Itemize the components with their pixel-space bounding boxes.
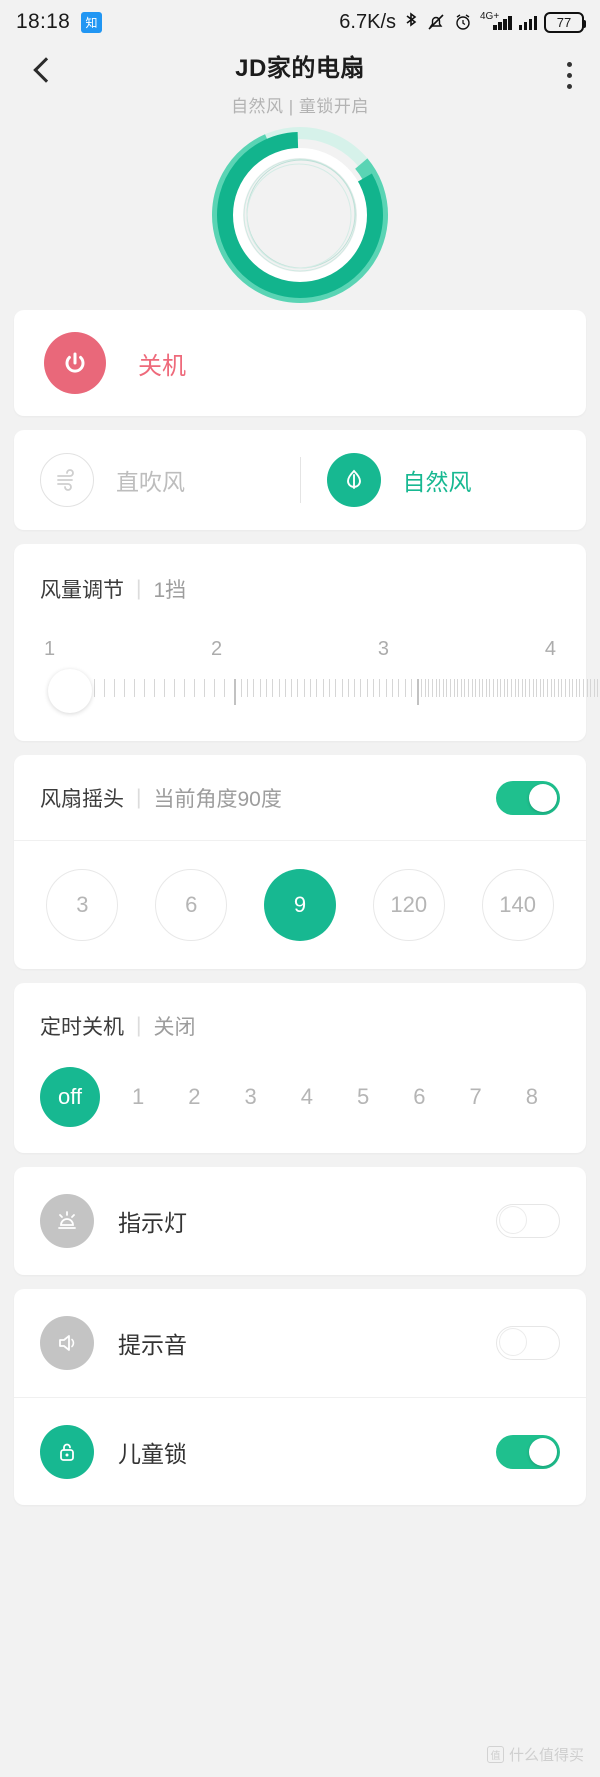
speed-tick-3: 3 [377, 638, 390, 660]
speaker-icon [40, 1316, 94, 1370]
swing-header: 风扇摇头 | 当前角度90度 [14, 755, 586, 841]
angle-chip-120[interactable]: 120 [372, 869, 445, 941]
ruler-segment [234, 679, 417, 705]
switch-row-sound[interactable]: 提示音 [14, 1289, 586, 1397]
app-screen: 18:18 知 6.7K/s 4G+ 77 JD家的电扇 自然风 | 童锁开启 … [0, 0, 600, 1777]
swing-value: 当前角度90度 [153, 787, 282, 811]
angle-chip-6[interactable]: 6 [155, 869, 228, 941]
power-button[interactable] [44, 332, 106, 394]
timer-option-8[interactable]: 8 [504, 1084, 560, 1110]
status-bar: 18:18 知 6.7K/s 4G+ 77 [0, 0, 600, 44]
switch-label-childlock: 儿童锁 [118, 1440, 187, 1467]
angle-chip-3[interactable]: 3 [46, 869, 119, 941]
switch-row-childlock[interactable]: 儿童锁 [14, 1397, 586, 1505]
back-button[interactable] [30, 58, 56, 84]
speed-separator: | [136, 577, 142, 600]
timer-option-off[interactable]: off [40, 1067, 100, 1127]
mode-label-direct: 直吹风 [116, 469, 185, 495]
angle-chip-9[interactable]: 9 [263, 869, 336, 941]
signal-bars-icon: 4G+ [480, 11, 512, 30]
swing-toggle[interactable] [496, 780, 560, 815]
sound-lock-card: 提示音 儿童锁 [14, 1289, 586, 1505]
swing-title: 风扇摇头 [40, 787, 124, 811]
timer-header: 定时关机 | 关闭 [14, 983, 586, 1041]
child-lock-icon [40, 1424, 94, 1479]
bluetooth-icon [403, 11, 419, 33]
fan-animation-ring [0, 120, 600, 310]
speed-header: 风量调节 | 1挡 [40, 574, 560, 604]
ruler-segment [417, 679, 600, 705]
speed-slider-thumb[interactable] [48, 669, 92, 713]
speed-tick-2: 2 [210, 638, 223, 660]
swing-separator: | [136, 785, 142, 809]
power-card[interactable]: 关机 [14, 310, 586, 416]
page-subtitle: 自然风 | 童锁开启 [231, 97, 369, 116]
switch-label-sound: 提示音 [118, 1332, 187, 1358]
battery-level: 77 [556, 14, 572, 30]
swing-card: 风扇摇头 | 当前角度90度 3 6 9 120 140 [14, 755, 586, 969]
speed-tick-1: 1 [44, 638, 56, 660]
switch-label-indicator: 指示灯 [118, 1210, 187, 1236]
wind-mode-card: 直吹风 自然风 [14, 430, 586, 530]
speed-tick-4: 4 [544, 638, 556, 660]
mode-option-direct[interactable]: 直吹风 [14, 453, 300, 507]
timer-option-3[interactable]: 3 [223, 1084, 279, 1110]
timer-card: 定时关机 | 关闭 off 1 2 3 4 5 6 7 8 [14, 983, 586, 1153]
page-header: JD家的电扇 自然风 | 童锁开启 [0, 44, 600, 120]
timer-options: off 1 2 3 4 5 6 7 8 [14, 1041, 586, 1153]
speed-title: 风量调节 [40, 579, 124, 602]
timer-option-2[interactable]: 2 [166, 1084, 222, 1110]
timer-option-5[interactable]: 5 [335, 1084, 391, 1110]
switch-row-indicator[interactable]: 指示灯 [14, 1167, 586, 1275]
direct-wind-icon [40, 453, 94, 507]
network-speed: 6.7K/s [339, 10, 396, 33]
sound-toggle[interactable] [496, 1326, 560, 1360]
swing-angle-options: 3 6 9 120 140 [14, 841, 586, 969]
timer-title: 定时关机 [40, 1016, 124, 1039]
network-type: 4G+ [480, 11, 500, 22]
indicator-light-card: 指示灯 [14, 1167, 586, 1275]
angle-chip-140[interactable]: 140 [481, 869, 554, 941]
timer-option-1[interactable]: 1 [110, 1084, 166, 1110]
speed-slider[interactable] [40, 669, 599, 715]
timer-option-7[interactable]: 7 [448, 1084, 504, 1110]
speed-tick-labels: 1 2 3 4 [44, 638, 556, 661]
signal-bars-icon-2 [518, 14, 537, 30]
indicator-light-icon [40, 1194, 94, 1248]
timer-option-6[interactable]: 6 [391, 1084, 447, 1110]
page-title: JD家的电扇 [235, 55, 365, 82]
alarm-clock-icon [453, 12, 473, 32]
more-options-button[interactable] [567, 62, 573, 95]
speed-card: 风量调节 | 1挡 1 2 3 4 [14, 544, 599, 741]
power-label: 关机 [138, 352, 186, 380]
app-badge-icon: 知 [81, 11, 103, 33]
status-time: 18:18 [16, 10, 71, 33]
timer-option-4[interactable]: 4 [279, 1084, 335, 1110]
timer-value: 关闭 [153, 1016, 196, 1039]
timer-separator: | [136, 1014, 142, 1037]
child-lock-toggle[interactable] [496, 1434, 560, 1469]
watermark: 值 什么值得买 [486, 1744, 584, 1765]
speed-ruler-ticks [64, 679, 599, 705]
battery-icon: 77 [544, 11, 586, 33]
mode-option-natural[interactable]: 自然风 [301, 453, 587, 507]
watermark-badge: 值 [486, 1746, 504, 1763]
power-icon [65, 352, 85, 373]
indicator-light-toggle[interactable] [496, 1204, 560, 1238]
natural-wind-icon [326, 453, 381, 507]
bell-muted-icon [426, 12, 446, 32]
speed-value: 1挡 [153, 579, 187, 602]
mode-label-natural: 自然风 [402, 469, 472, 495]
watermark-text: 什么值得买 [508, 1747, 584, 1764]
